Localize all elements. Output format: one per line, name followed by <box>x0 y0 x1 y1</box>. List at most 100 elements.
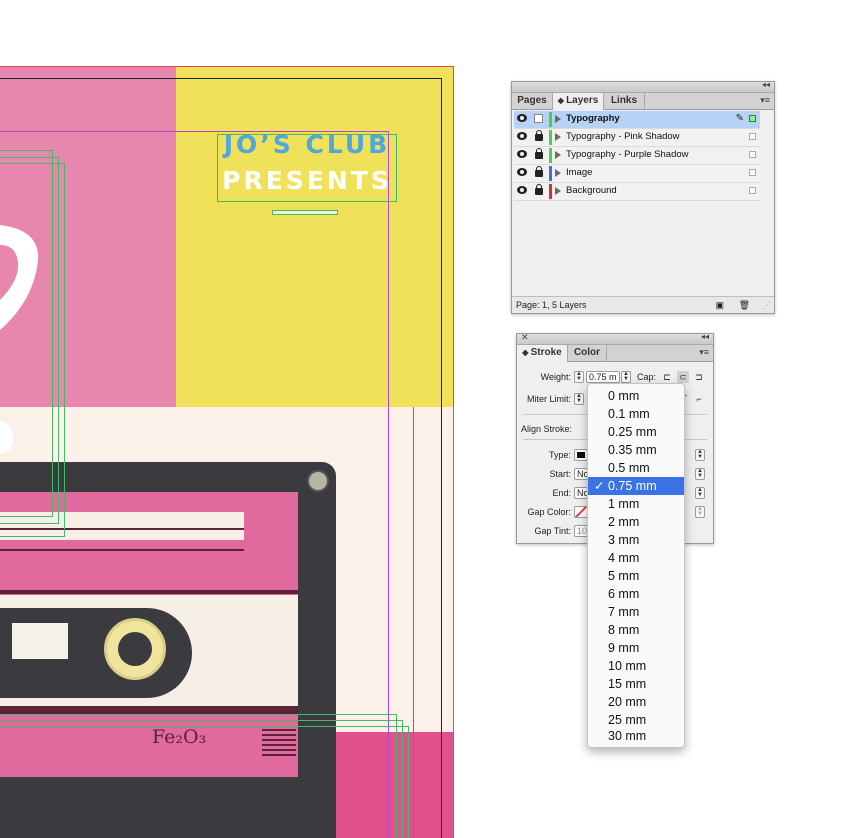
stroke-panel-tabs: ◆ Stroke Color ▾≡ <box>517 345 713 362</box>
selection-indicator[interactable] <box>749 133 756 140</box>
weight-option[interactable]: 10 mm <box>588 657 684 675</box>
projecting-cap-icon[interactable]: ⊐ <box>693 371 705 383</box>
tab-layers[interactable]: ◆ Layers <box>553 93 604 110</box>
miter-stepper[interactable]: ▲ ▼ <box>574 393 584 405</box>
type-label: Type: <box>548 450 571 460</box>
eye-icon[interactable] <box>517 186 527 194</box>
weight-option[interactable]: 3 mm <box>588 531 684 549</box>
weight-option[interactable]: 15 mm <box>588 675 684 693</box>
miter-limit-label: Miter Limit: <box>526 394 571 404</box>
weight-option[interactable]: 0.35 mm <box>588 441 684 459</box>
weight-option[interactable]: 4 mm <box>588 549 684 567</box>
start-select[interactable]: No <box>574 468 588 480</box>
gap-color-arrows[interactable]: ▲ ▼ <box>695 506 705 518</box>
expand-triangle-icon[interactable] <box>555 133 561 141</box>
start-select-arrows[interactable]: ▲ ▼ <box>695 468 705 480</box>
cassette-label-stripes <box>262 729 296 759</box>
layer-row-image[interactable]: Image <box>514 165 760 183</box>
document-canvas[interactable]: Fe₂O₃ JO’S CLUB PRESENTS <box>0 0 460 838</box>
pen-icon: ✎ <box>735 113 744 124</box>
gap-tint-input[interactable]: 100 <box>574 525 588 537</box>
selection-indicator[interactable] <box>749 187 756 194</box>
end-label: End: <box>552 488 571 498</box>
layer-row-typography[interactable]: Typography ✎ <box>514 111 760 129</box>
type-select[interactable] <box>574 449 588 461</box>
layer-name: Typography - Purple Shadow <box>566 149 689 160</box>
tab-stroke[interactable]: ◆ Stroke <box>517 345 568 362</box>
weight-option-selected[interactable]: ✓ 0.75 mm <box>588 477 684 495</box>
tab-pages[interactable]: Pages <box>512 93 553 109</box>
bevel-join-icon[interactable]: ⌐ <box>693 393 705 405</box>
trash-icon[interactable]: 🗑 <box>739 297 750 313</box>
eye-icon[interactable] <box>517 114 527 122</box>
gap-color-swatch[interactable] <box>574 506 588 518</box>
expand-triangle-icon[interactable] <box>555 151 561 159</box>
selection-indicator[interactable] <box>749 169 756 176</box>
lock-icon[interactable] <box>535 148 543 159</box>
expand-triangle-icon[interactable] <box>555 115 561 123</box>
lock-toggle[interactable] <box>534 114 543 123</box>
weight-option[interactable]: 0 mm <box>588 387 684 405</box>
yellow-background-block <box>176 67 453 407</box>
eye-icon[interactable] <box>517 132 527 140</box>
weight-option[interactable]: 9 mm <box>588 639 684 657</box>
end-select-arrows[interactable]: ▲ ▼ <box>695 487 705 499</box>
layer-row-background[interactable]: Background <box>514 183 760 201</box>
weight-option[interactable]: 2 mm <box>588 513 684 531</box>
weight-option[interactable]: 1 mm <box>588 495 684 513</box>
type-select-arrows[interactable]: ▲ ▼ <box>695 449 705 461</box>
weight-option[interactable]: 5 mm <box>588 567 684 585</box>
butt-cap-icon[interactable]: ⊏ <box>661 371 673 383</box>
panel-title-bar[interactable]: ◂◂ <box>512 80 774 93</box>
resize-grip-icon[interactable]: ⋰ <box>762 297 771 313</box>
lock-icon[interactable] <box>535 184 543 195</box>
collapse-icon[interactable]: ◂◂ <box>762 80 770 89</box>
layer-color-swatch <box>549 166 552 181</box>
poster-title-line1: JO’S CLUB <box>223 130 391 159</box>
weight-option[interactable]: 0.1 mm <box>588 405 684 423</box>
cassette-window-glass <box>12 623 68 659</box>
weight-option[interactable]: 0.5 mm <box>588 459 684 477</box>
weight-option[interactable]: 20 mm <box>588 693 684 711</box>
selection-indicator[interactable] <box>749 115 756 122</box>
close-icon[interactable]: ✕ <box>521 332 529 343</box>
weight-option-label: 0.75 mm <box>608 479 657 493</box>
tab-links[interactable]: Links <box>604 93 645 109</box>
poster-title-line2: PRESENTS <box>222 166 392 195</box>
new-layer-icon[interactable]: ▣ <box>715 297 724 313</box>
layer-row-typography-purple-shadow[interactable]: Typography - Purple Shadow <box>514 147 760 165</box>
layers-panel-footer: Page: 1, 5 Layers ▣ 🗑 ⋰ <box>512 296 774 313</box>
weight-option[interactable]: 30 mm <box>588 727 684 745</box>
layer-name: Background <box>566 185 617 196</box>
layer-color-swatch <box>549 130 552 145</box>
layer-name: Typography - Pink Shadow <box>566 131 680 142</box>
start-label: Start: <box>549 469 571 479</box>
layer-row-typography-pink-shadow[interactable]: Typography - Pink Shadow <box>514 129 760 147</box>
panel-menu-icon[interactable]: ▾≡ <box>760 95 770 106</box>
layer-color-swatch <box>549 184 552 199</box>
tab-color[interactable]: Color <box>568 345 607 361</box>
weight-label: Weight: <box>540 372 571 382</box>
weight-dropdown-button[interactable]: ▲ ▼ <box>621 371 631 383</box>
weight-input[interactable]: 0.75 m <box>586 371 620 383</box>
weight-option[interactable]: 8 mm <box>588 621 684 639</box>
weight-option[interactable]: 7 mm <box>588 603 684 621</box>
layer-name: Image <box>566 167 593 178</box>
selection-indicator[interactable] <box>749 151 756 158</box>
collapse-icon[interactable]: ◂◂ <box>701 332 709 341</box>
lock-icon[interactable] <box>535 166 543 177</box>
eye-icon[interactable] <box>517 150 527 158</box>
lock-icon[interactable] <box>535 130 543 141</box>
label-white-strip <box>0 512 244 540</box>
weight-option[interactable]: 6 mm <box>588 585 684 603</box>
eye-icon[interactable] <box>517 168 527 176</box>
end-select[interactable]: No <box>574 487 588 499</box>
expand-triangle-icon[interactable] <box>555 187 561 195</box>
tab-arrows-icon: ◆ <box>557 96 567 105</box>
round-cap-icon[interactable]: ⊂ <box>677 371 689 383</box>
panel-title-bar[interactable]: ✕ ◂◂ <box>517 332 713 345</box>
weight-option[interactable]: 0.25 mm <box>588 423 684 441</box>
panel-menu-icon[interactable]: ▾≡ <box>699 347 709 358</box>
weight-stepper[interactable]: ▲ ▼ <box>574 371 584 383</box>
expand-triangle-icon[interactable] <box>555 169 561 177</box>
